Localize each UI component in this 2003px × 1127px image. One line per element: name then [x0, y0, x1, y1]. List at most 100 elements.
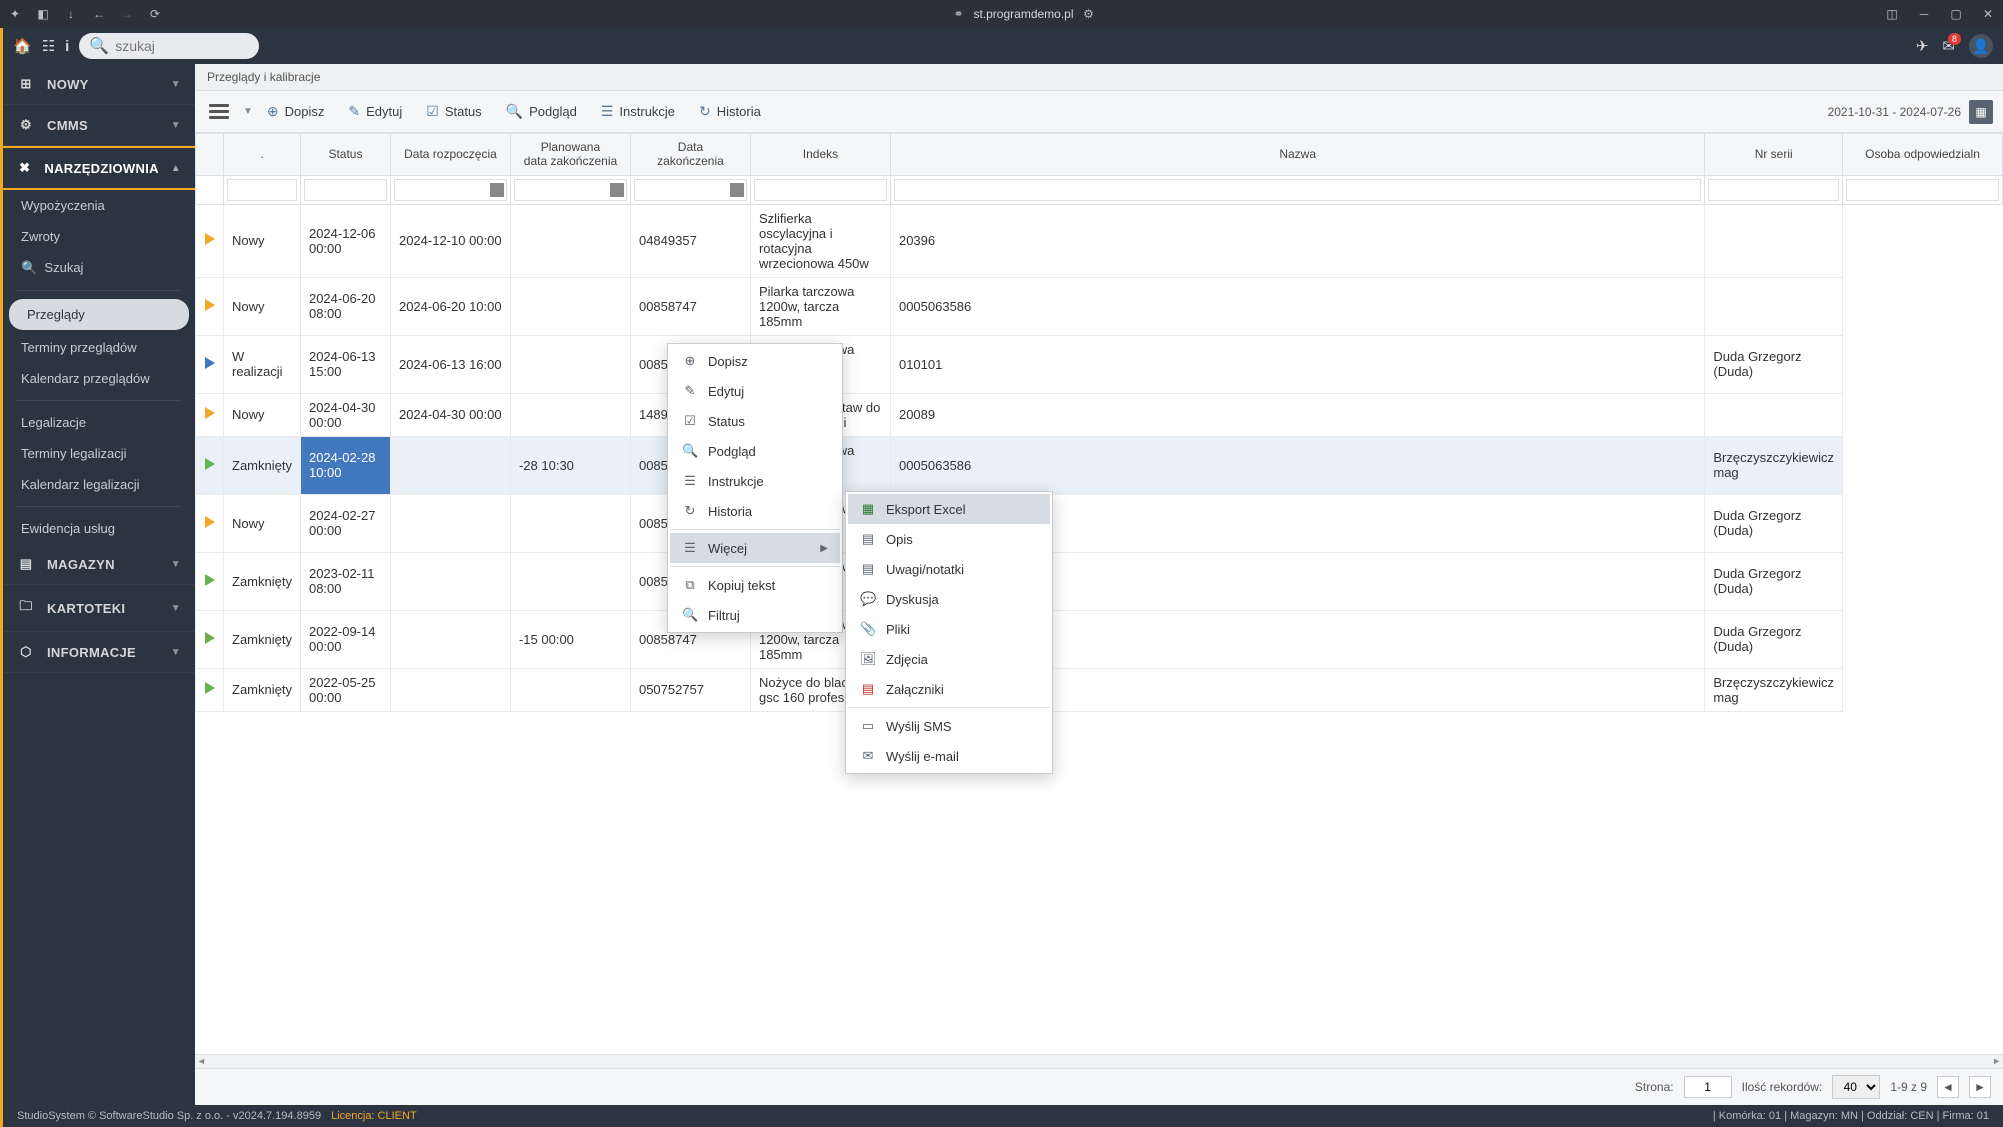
table-row[interactable]: Zamknięty2023-02-11 08:0000858747Pilarka…: [196, 552, 2003, 610]
col-nr-serii[interactable]: Nr serii: [1705, 134, 1843, 176]
sub-email[interactable]: ✉Wyślij e-mail: [848, 741, 1050, 771]
sub-zwroty[interactable]: Zwroty: [3, 221, 195, 252]
nav-kartoteki[interactable]: 🗀 KARTOTEKI ▼: [3, 585, 195, 632]
sub-zdjecia[interactable]: 🖼Zdjęcia: [848, 644, 1050, 674]
filter-data-rozp[interactable]: [394, 179, 507, 201]
status-left: StudioSystem © SoftwareStudio Sp. z o.o.…: [17, 1110, 321, 1122]
list-icon[interactable]: ☷: [42, 37, 55, 55]
maximize-icon[interactable]: ▢: [1949, 7, 1963, 21]
filter-nazwa[interactable]: [894, 179, 1701, 201]
table-row[interactable]: W realizacji2024-06-13 15:002024-06-13 1…: [196, 335, 2003, 393]
sub-legalizacje[interactable]: Legalizacje: [3, 407, 195, 438]
ctx-dopisz[interactable]: ⊕Dopisz: [670, 346, 840, 376]
col-status[interactable]: Status: [300, 134, 390, 176]
nav-cmms[interactable]: ⚙ CMMS ▼: [3, 105, 195, 146]
url-text[interactable]: st.programdemo.pl: [973, 7, 1073, 21]
calendar-icon[interactable]: ▦: [1969, 100, 1993, 124]
close-window-icon[interactable]: ✕: [1981, 7, 1995, 21]
info-icon[interactable]: i: [65, 38, 69, 55]
plane-icon[interactable]: ✈: [1916, 37, 1929, 55]
download-icon[interactable]: ↓: [64, 7, 78, 21]
minimize-icon[interactable]: ─: [1917, 7, 1931, 21]
menu-button[interactable]: [205, 100, 233, 123]
next-page-button[interactable]: ►: [1969, 1076, 1991, 1098]
cell-status: Zamknięty: [224, 668, 301, 711]
sub-sms[interactable]: ▭Wyślij SMS: [848, 711, 1050, 741]
sub-pliki[interactable]: 📎Pliki: [848, 614, 1050, 644]
sub-opis[interactable]: ▤Opis: [848, 524, 1050, 554]
table-row[interactable]: Zamknięty2024-02-28 10:00-28 10:30008587…: [196, 436, 2003, 494]
table-row[interactable]: Nowy2024-12-06 00:002024-12-10 00:000484…: [196, 204, 2003, 277]
filter-data-zak[interactable]: [634, 179, 747, 201]
sub-zalaczniki[interactable]: ▤Załączniki: [848, 674, 1050, 704]
action-edytuj[interactable]: ✎Edytuj: [338, 97, 412, 126]
prev-page-button[interactable]: ◄: [1937, 1076, 1959, 1098]
col-nazwa[interactable]: Nazwa: [890, 134, 1704, 176]
nav-magazyn[interactable]: ▤ MAGAZYN ▼: [3, 544, 195, 585]
sub-kalendarz-przegladow[interactable]: Kalendarz przeglądów: [3, 363, 195, 394]
shield-icon[interactable]: ✦: [8, 7, 22, 21]
cell-nazwa: Pilarka tarczowa 1200w, tarcza 185mm: [750, 277, 890, 335]
action-historia[interactable]: ↻Historia: [689, 97, 771, 126]
sub-terminy-przegladow[interactable]: Terminy przeglądów: [3, 332, 195, 363]
avatar[interactable]: 👤: [1969, 34, 1993, 58]
sub-uwagi[interactable]: ▤Uwagi/notatki: [848, 554, 1050, 584]
sub-ewidencja-uslug[interactable]: Ewidencja usług: [3, 513, 195, 544]
sub-terminy-legalizacji[interactable]: Terminy legalizacji: [3, 438, 195, 469]
reload-icon[interactable]: ⟳: [148, 7, 162, 21]
table-row[interactable]: Nowy2024-02-27 00:0000858747Pilarka tarc…: [196, 494, 2003, 552]
tune-icon[interactable]: ⚙: [1082, 7, 1096, 21]
nav-narzedziownia[interactable]: ✖ NARZĘDZIOWNIA ▲: [3, 146, 195, 190]
play-icon: [205, 299, 215, 311]
filter-planowana[interactable]: [514, 179, 627, 201]
table-row[interactable]: Zamknięty2022-05-25 00:00050752757Nożyce…: [196, 668, 2003, 711]
sub-eksport-excel[interactable]: ▦Eksport Excel: [848, 494, 1050, 524]
ctx-podglad[interactable]: 🔍Podgląd: [670, 436, 840, 466]
table-row[interactable]: Nowy2024-04-30 00:002024-04-30 00:001489…: [196, 393, 2003, 436]
col-osoba[interactable]: Osoba odpowiedzialn: [1843, 134, 2003, 176]
ctx-instrukcje[interactable]: ☰Instrukcje: [670, 466, 840, 496]
filter-indeks[interactable]: [754, 179, 887, 201]
ctx-edytuj[interactable]: ✎Edytuj: [670, 376, 840, 406]
nav-informacje[interactable]: ⬡ INFORMACJE ▼: [3, 632, 195, 673]
mail-button[interactable]: ✉ 8: [1942, 37, 1955, 56]
action-podglad[interactable]: 🔍Podgląd: [496, 97, 587, 126]
sub-kalendarz-legalizacji[interactable]: Kalendarz legalizacji: [3, 469, 195, 500]
filter-nr-serii[interactable]: [1708, 179, 1839, 201]
filter-dot[interactable]: [227, 179, 297, 201]
sub-dyskusja[interactable]: 💬Dyskusja: [848, 584, 1050, 614]
search-box[interactable]: 🔍: [79, 33, 259, 59]
col-indeks[interactable]: Indeks: [750, 134, 890, 176]
horizontal-scrollbar[interactable]: [195, 1054, 2003, 1068]
action-status[interactable]: ☑Status: [416, 97, 491, 126]
edit-icon: ✎: [348, 103, 360, 120]
ctx-filtruj[interactable]: 🔍Filtruj: [670, 600, 840, 630]
sub-wypozyczenia[interactable]: Wypożyczenia: [3, 190, 195, 221]
ctx-kopiuj[interactable]: ⧉Kopiuj tekst: [670, 570, 840, 600]
records-select[interactable]: 40: [1832, 1075, 1880, 1099]
col-dot[interactable]: .: [224, 134, 301, 176]
col-data-zak[interactable]: Datazakończenia: [630, 134, 750, 176]
table-row[interactable]: Zamknięty2022-09-14 00:00-15 00:00008587…: [196, 610, 2003, 668]
forward-icon[interactable]: →: [120, 7, 134, 21]
back-icon[interactable]: ←: [92, 7, 106, 21]
page-input[interactable]: [1684, 1076, 1732, 1098]
search-input[interactable]: [115, 38, 296, 54]
filter-osoba[interactable]: [1846, 179, 1999, 201]
nav-nowy[interactable]: ⊞ NOWY ▼: [3, 64, 195, 105]
divider: [848, 707, 1050, 708]
col-planowana[interactable]: Planowanadata zakończenia: [510, 134, 630, 176]
action-instrukcje[interactable]: ☰Instrukcje: [591, 97, 685, 126]
ctx-wiecej[interactable]: ☰Więcej▶: [670, 533, 840, 563]
sidebar-toggle-icon[interactable]: ◧: [36, 7, 50, 21]
split-icon[interactable]: ◫: [1885, 7, 1899, 21]
home-icon[interactable]: 🏠: [13, 37, 32, 55]
table-row[interactable]: Nowy2024-06-20 08:002024-06-20 10:000085…: [196, 277, 2003, 335]
sub-przeglady[interactable]: Przeglądy: [9, 299, 189, 330]
sub-szukaj[interactable]: 🔍 Szukaj: [3, 252, 195, 284]
ctx-status[interactable]: ☑Status: [670, 406, 840, 436]
filter-status[interactable]: [304, 179, 387, 201]
col-data-rozp[interactable]: Data rozpoczęcia: [390, 134, 510, 176]
action-dopisz[interactable]: ⊕Dopisz: [257, 97, 334, 126]
ctx-historia[interactable]: ↻Historia: [670, 496, 840, 526]
